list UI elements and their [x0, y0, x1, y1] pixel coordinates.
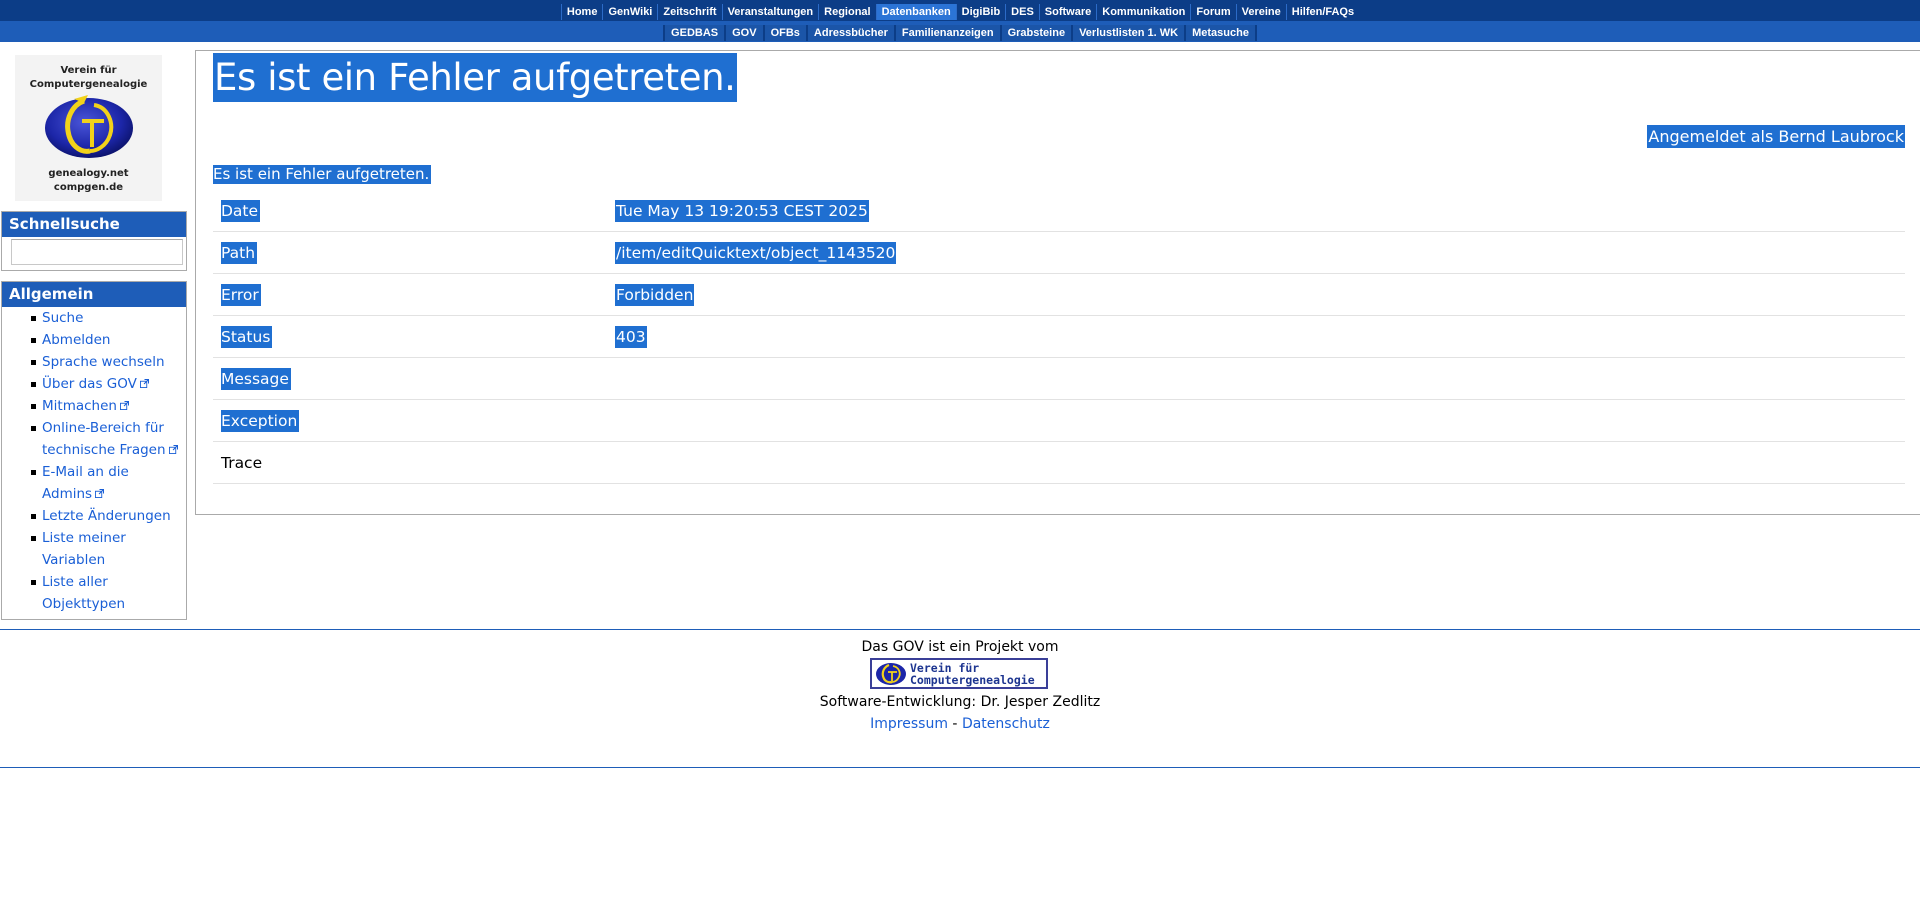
external-link-icon: [95, 489, 105, 498]
nav-item-forum[interactable]: Forum: [1190, 4, 1236, 20]
main-navigation: Home GenWiki Zeitschrift Veranstaltungen Reg…: [0, 0, 1920, 21]
error-key: Message: [221, 368, 291, 390]
error-key: Path: [221, 242, 258, 264]
error-row-trace: Trace: [213, 442, 1905, 484]
subnav-item-gedbas[interactable]: GEDBAS: [665, 25, 725, 41]
error-key: Trace: [221, 454, 263, 472]
footer-links: Impressum - Datenschutz: [0, 714, 1920, 734]
general-item-label: Über das GOV: [42, 376, 137, 392]
quicksearch-panel: Schnellsuche: [1, 211, 187, 271]
error-value: Forbidden: [615, 284, 695, 306]
error-row-message: Message: [213, 358, 1905, 400]
sub-navigation: GEDBAS GOV OFBs Adressbücher Familienanzeige…: [0, 21, 1920, 42]
main-nav-row: Home GenWiki Zeitschrift Veranstaltungen Reg…: [0, 4, 1920, 20]
error-row-status: Status 403: [213, 316, 1905, 358]
error-key: Status: [221, 326, 273, 348]
general-item-label: Sprache wechseln: [42, 354, 165, 370]
nav-item-des[interactable]: DES: [1005, 4, 1039, 20]
footer-project-line: Das GOV ist ein Projekt vom: [861, 639, 1059, 655]
error-row-path: Path/item/editQuicktext/object_1143520: [213, 232, 1905, 274]
error-key: Date: [221, 200, 261, 222]
nav-item-zeitschrift[interactable]: Zeitschrift: [657, 4, 722, 20]
nav-item-veranstaltungen[interactable]: Veranstaltungen: [721, 4, 819, 20]
external-link-icon: [168, 445, 178, 454]
error-row-error: Error Forbidden: [213, 274, 1905, 316]
subnav-item-grabsteine[interactable]: Grabsteine: [1001, 25, 1072, 41]
error-row-date: Date Tue May 13 19:20:53 CEST 2025: [213, 190, 1905, 232]
impressum-link[interactable]: Impressum: [870, 716, 948, 732]
nav-item-software[interactable]: Software: [1038, 4, 1097, 20]
footer-divider-bottom: [0, 767, 1920, 768]
error-key: Error: [221, 284, 261, 306]
general-item-label: Liste meiner Variablen: [42, 530, 126, 568]
main-content: Es ist ein Fehler aufgetreten. Angemelde…: [195, 50, 1920, 515]
general-item-label: Suche: [42, 310, 84, 326]
subnav-item-metasuche[interactable]: Metasuche: [1186, 25, 1255, 41]
general-item-label: Online-Bereich für technische Fragen: [42, 420, 166, 458]
general-item-label: Letzte Änderungen: [42, 508, 171, 524]
subnav-item-ofbs[interactable]: OFBs: [764, 25, 806, 41]
general-menu: Suche Abmelden Sprache wechseln Über das GO…: [2, 307, 186, 615]
external-link-icon: [119, 401, 129, 410]
general-title: Allgemein: [2, 282, 186, 307]
datenschutz-link[interactable]: Datenschutz: [962, 716, 1050, 732]
vfc-badge-link[interactable]: Verein für Computergenealogie: [870, 658, 1048, 689]
quicksearch-title: Schnellsuche: [2, 212, 186, 237]
logo-text-line2: Computergenealogie: [29, 79, 148, 90]
page-title: Es ist ein Fehler aufgetreten.: [213, 53, 737, 102]
error-row-exception: Exception: [213, 400, 1905, 442]
nav-item-home[interactable]: Home: [560, 4, 603, 20]
footer-separator: -: [952, 716, 958, 732]
general-item-mitmachen[interactable]: Mitmachen: [2, 395, 186, 417]
quicksearch-input[interactable]: [11, 239, 183, 265]
cg-emblem-icon: [45, 95, 133, 158]
error-value: Tue May 13 19:20:53 CEST 2025: [615, 200, 869, 222]
nav-item-genwiki[interactable]: GenWiki: [602, 4, 658, 20]
nav-item-regional[interactable]: Regional: [818, 4, 876, 20]
general-item-e-mail-an-die-admins[interactable]: E-Mail an die Admins: [2, 461, 186, 505]
general-item-ueber-das-gov[interactable]: Über das GOV: [2, 373, 186, 395]
site-logo[interactable]: Verein für Computergenealogie genealogy.…: [15, 55, 162, 201]
general-item-online-bereich-fuer-technische-fragen[interactable]: Online-Bereich für technische Fragen: [2, 417, 186, 461]
subnav-item-gov[interactable]: GOV: [726, 25, 763, 41]
footer-divider-top: [0, 629, 1920, 630]
logo-text-line1: Verein für: [60, 65, 117, 76]
logo-text-line3: genealogy.net: [48, 168, 129, 179]
general-item-letzte-aenderungen[interactable]: Letzte Änderungen: [2, 505, 186, 527]
subnav-item-adressbuecher[interactable]: Adressbücher: [807, 25, 894, 41]
nav-item-vereine[interactable]: Vereine: [1235, 4, 1286, 20]
sub-nav-row: GEDBAS GOV OFBs Adressbücher Familienanzeige…: [663, 25, 1257, 41]
nav-item-hilfen-faqs[interactable]: Hilfen/FAQs: [1285, 4, 1360, 20]
nav-item-digibib[interactable]: DigiBib: [955, 4, 1006, 20]
logged-in-user: Angemeldet als Bernd Laubrock: [1647, 125, 1905, 148]
nav-item-kommunikation[interactable]: Kommunikation: [1096, 4, 1191, 20]
general-item-label: Abmelden: [42, 332, 111, 348]
general-item-liste-aller-objekttypen[interactable]: Liste aller Objekttypen: [2, 571, 186, 615]
error-value: /item/editQuicktext/object_1143520: [615, 242, 897, 264]
general-item-suche[interactable]: Suche: [2, 307, 186, 329]
error-key: Exception: [221, 410, 300, 432]
general-item-label: Liste aller Objekttypen: [42, 574, 126, 612]
subnav-item-familienanzeigen[interactable]: Familienanzeigen: [895, 25, 1000, 41]
subnav-item-verlustlisten-1-wk[interactable]: Verlustlisten 1. WK: [1073, 25, 1185, 41]
general-item-label: Mitmachen: [42, 398, 117, 414]
external-link-icon: [139, 379, 149, 388]
error-subheading: Es ist ein Fehler aufgetreten.: [213, 165, 432, 184]
general-item-sprache-wechseln[interactable]: Sprache wechseln: [2, 351, 186, 373]
general-panel: Allgemein Suche Abmelden Sprache wechseln Ü…: [1, 281, 187, 620]
error-details-table: Date Tue May 13 19:20:53 CEST 2025 Path/it…: [213, 190, 1905, 484]
general-item-abmelden[interactable]: Abmelden: [2, 329, 186, 351]
error-value: 403: [615, 326, 647, 348]
logo-text-line4: compgen.de: [53, 182, 124, 193]
badge-text-line2: Computergenealogie: [910, 673, 1035, 687]
footer-dev-line: Software-Entwicklung: Dr. Jesper Zedlitz: [819, 694, 1101, 710]
general-item-label: E-Mail an die Admins: [42, 464, 129, 502]
cg-small-emblem-icon: [876, 663, 906, 685]
nav-item-datenbanken[interactable]: Datenbanken: [875, 4, 956, 20]
general-item-liste-meiner-variablen[interactable]: Liste meiner Variablen: [2, 527, 186, 571]
